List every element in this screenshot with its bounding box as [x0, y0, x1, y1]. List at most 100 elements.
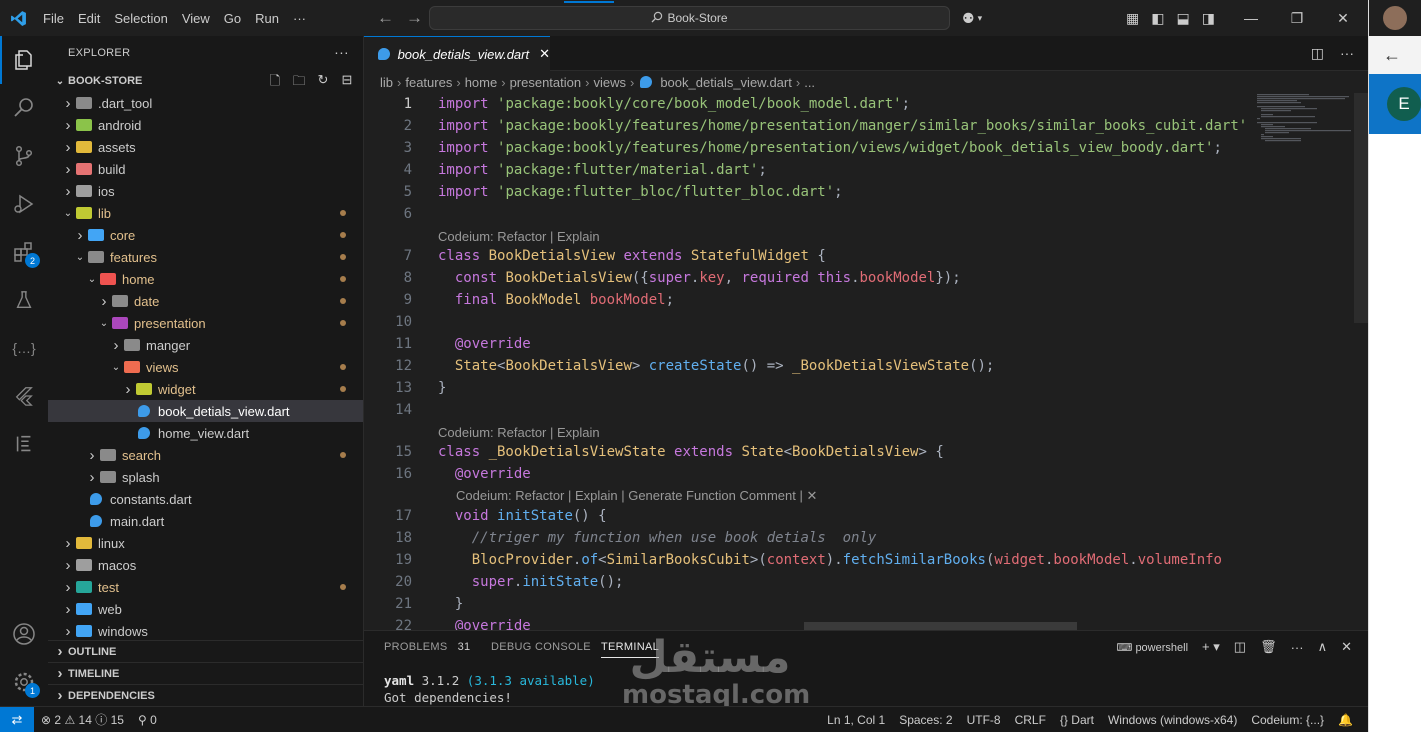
- folder-item[interactable]: › search: [48, 444, 363, 466]
- breadcrumb-item[interactable]: lib: [380, 75, 393, 90]
- account-tile[interactable]: E: [1369, 74, 1421, 134]
- more-actions-icon[interactable]: ···: [334, 44, 349, 60]
- section-timeline[interactable]: › TIMELINE: [48, 662, 364, 684]
- end-of-line[interactable]: CRLF: [1008, 713, 1053, 727]
- settings-gear-icon[interactable]: 1: [0, 658, 48, 706]
- folder-item[interactable]: ⌄ views: [48, 356, 363, 378]
- file-item[interactable]: constants.dart: [48, 488, 363, 510]
- problems-status[interactable]: ⊗ 2 ⚠ 14 ⓘ 15: [34, 711, 131, 728]
- kill-terminal-icon[interactable]: 🗑: [1260, 639, 1277, 655]
- folder-item[interactable]: › build: [48, 158, 363, 180]
- indentation[interactable]: Spaces: 2: [892, 713, 959, 727]
- tab-book-detials-view[interactable]: book_detials_view.dart ✕: [364, 36, 550, 71]
- forward-arrow-icon[interactable]: →: [406, 8, 423, 28]
- extensions-icon[interactable]: 2: [0, 228, 48, 276]
- split-editor-icon[interactable]: ◫: [1311, 45, 1324, 62]
- breadcrumb-item[interactable]: views: [593, 75, 626, 90]
- menu-item[interactable]: Edit: [71, 11, 107, 26]
- file-item[interactable]: book_detials_view.dart: [48, 400, 363, 422]
- explorer-icon[interactable]: [0, 36, 48, 84]
- encoding[interactable]: UTF-8: [960, 713, 1008, 727]
- tab-problems[interactable]: PROBLEMS 31: [384, 641, 470, 653]
- file-item[interactable]: home_view.dart: [48, 422, 363, 444]
- section-outline[interactable]: › OUTLINE: [48, 640, 364, 662]
- back-arrow-icon[interactable]: ←: [1369, 36, 1421, 74]
- menu-item[interactable]: Go: [217, 11, 248, 26]
- minimap[interactable]: [1257, 93, 1352, 153]
- more-actions-icon[interactable]: ···: [1340, 45, 1354, 62]
- menu-item[interactable]: Run: [248, 11, 286, 26]
- more-actions-icon[interactable]: ···: [1291, 640, 1304, 655]
- cursor-position[interactable]: Ln 1, Col 1: [820, 713, 892, 727]
- command-center-search[interactable]: Book-Store: [429, 1, 950, 30]
- breadcrumb-item[interactable]: ...: [804, 75, 815, 90]
- folder-item[interactable]: › android: [48, 114, 363, 136]
- back-arrow-icon[interactable]: ←: [377, 8, 394, 28]
- ports-status[interactable]: ⚲ 0: [131, 713, 164, 727]
- folder-item[interactable]: › date: [48, 290, 363, 312]
- language-mode[interactable]: {} Dart: [1053, 713, 1101, 727]
- menu-item[interactable]: ···: [286, 11, 313, 26]
- toggle-primary-sidebar-icon[interactable]: ◧: [1151, 10, 1164, 27]
- json-icon[interactable]: {…}: [0, 324, 48, 372]
- search-icon[interactable]: [0, 84, 48, 132]
- terminal-instance[interactable]: ⌨ powershell: [1116, 641, 1188, 654]
- restore-icon[interactable]: ❐: [1274, 10, 1320, 27]
- section-dependencies[interactable]: › DEPENDENCIES: [48, 684, 364, 706]
- close-window-icon[interactable]: ✕: [1320, 10, 1366, 27]
- codeium-codelens[interactable]: Codeium: Refactor | Explain | Generate F…: [456, 486, 817, 506]
- toggle-panel-icon[interactable]: ⬓: [1176, 10, 1189, 27]
- folder-item[interactable]: ⌄ lib: [48, 202, 363, 224]
- folder-item[interactable]: › widget: [48, 378, 363, 400]
- folder-item[interactable]: › .dart_tool: [48, 92, 363, 114]
- copilot-button[interactable]: ⚉ ▾: [962, 0, 982, 36]
- minimize-icon[interactable]: —: [1228, 10, 1274, 26]
- new-folder-icon[interactable]: 🗀: [289, 72, 309, 94]
- refresh-icon[interactable]: ↻: [313, 72, 333, 94]
- tab-debug-console[interactable]: DEBUG CONSOLE: [491, 641, 591, 653]
- account-icon[interactable]: [0, 610, 48, 658]
- folder-item[interactable]: › ios: [48, 180, 363, 202]
- folder-item[interactable]: ⌄ presentation: [48, 312, 363, 334]
- folder-item[interactable]: ⌄ features: [48, 246, 363, 268]
- customize-layout-icon[interactable]: ▦: [1126, 10, 1139, 27]
- breadcrumb-item[interactable]: features: [405, 75, 452, 90]
- folder-item[interactable]: › manger: [48, 334, 363, 356]
- menu-item[interactable]: View: [175, 11, 217, 26]
- folder-item[interactable]: ⌄ home: [48, 268, 363, 290]
- folder-item[interactable]: › web: [48, 598, 363, 620]
- code-editor[interactable]: 1 import 'package:bookly/core/book_model/…: [364, 93, 1368, 630]
- tab-terminal[interactable]: TERMINAL: [601, 641, 660, 658]
- folder-item[interactable]: › windows: [48, 620, 363, 642]
- vertical-scrollbar[interactable]: [1354, 93, 1368, 323]
- remote-icon[interactable]: ⇄: [0, 706, 34, 732]
- folder-item[interactable]: › linux: [48, 532, 363, 554]
- file-item[interactable]: main.dart: [48, 510, 363, 532]
- horizontal-scrollbar[interactable]: [804, 622, 1077, 630]
- breadcrumb-item[interactable]: home: [465, 75, 498, 90]
- folder-item[interactable]: › assets: [48, 136, 363, 158]
- run-debug-icon[interactable]: [0, 180, 48, 228]
- menu-item[interactable]: File: [36, 11, 71, 26]
- new-file-icon[interactable]: 🗋: [265, 72, 285, 94]
- maximize-panel-icon[interactable]: ∧: [1318, 639, 1328, 655]
- testing-icon[interactable]: [0, 276, 48, 324]
- flutter-device[interactable]: Windows (windows-x64): [1101, 713, 1244, 727]
- close-tab-icon[interactable]: ✕: [539, 46, 550, 62]
- codeium-codelens[interactable]: Codeium: Refactor | Explain: [438, 226, 600, 246]
- source-control-icon[interactable]: [0, 132, 48, 180]
- folder-item[interactable]: › test: [48, 576, 363, 598]
- flutter-icon[interactable]: [0, 372, 48, 420]
- menu-item[interactable]: Selection: [107, 11, 174, 26]
- folder-item[interactable]: › macos: [48, 554, 363, 576]
- collapse-all-icon[interactable]: ⊟: [337, 72, 357, 94]
- breadcrumb-item[interactable]: book_detials_view.dart: [660, 75, 792, 90]
- codeium-status[interactable]: Codeium: {...}: [1244, 713, 1331, 727]
- codeium-codelens[interactable]: Codeium: Refactor | Explain: [438, 422, 600, 442]
- toggle-secondary-sidebar-icon[interactable]: ◨: [1202, 10, 1215, 27]
- breadcrumb-item[interactable]: presentation: [510, 75, 582, 90]
- split-terminal-icon[interactable]: ◫: [1234, 639, 1246, 655]
- close-panel-icon[interactable]: ✕: [1341, 639, 1352, 655]
- notifications-icon[interactable]: 🔔: [1331, 713, 1360, 727]
- folder-item[interactable]: › core: [48, 224, 363, 246]
